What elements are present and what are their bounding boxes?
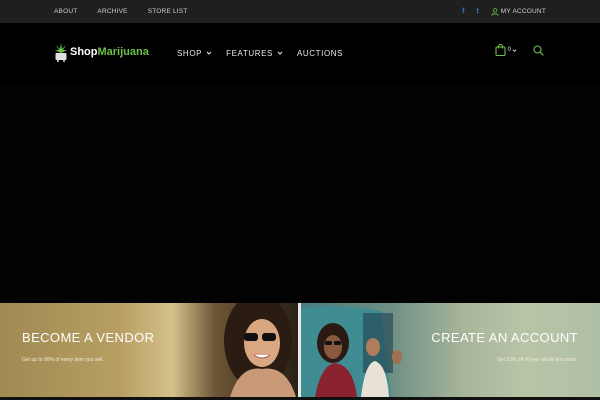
nav-item-auctions[interactable]: AUCTIONS <box>297 49 343 58</box>
chevron-down-icon <box>277 51 283 55</box>
account-title: CREATE AN ACCOUNT <box>431 330 578 345</box>
user-icon <box>491 7 499 16</box>
twitter-icon[interactable]: t <box>476 8 478 15</box>
vendor-title: BECOME A VENDOR <box>22 330 155 345</box>
main-nav: SHOP FEATURES AUCTIONS <box>177 46 357 60</box>
top-bar: ABOUT ARCHIVE STORE LIST f t MY ACCOUNT <box>0 0 600 23</box>
become-vendor-banner[interactable]: BECOME A VENDOR Get up to 90% of every i… <box>0 303 298 397</box>
top-link-about[interactable]: ABOUT <box>54 8 77 15</box>
cart-count: 0 <box>507 47 511 53</box>
my-account-link[interactable]: MY ACCOUNT <box>491 7 546 16</box>
create-account-banner[interactable]: CREATE AN ACCOUNT Get 10% off of your wh… <box>301 303 600 397</box>
nav-item-features[interactable]: FEATURES <box>226 49 283 58</box>
search-icon[interactable] <box>533 44 544 56</box>
shopping-bag-icon <box>495 44 506 56</box>
account-subtitle: Get 10% off of your whole first order. <box>496 357 578 363</box>
my-account-label: MY ACCOUNT <box>500 8 546 15</box>
logo-text-shop: Shop <box>70 46 98 58</box>
hero-slider <box>0 83 600 303</box>
top-right: f t MY ACCOUNT <box>462 0 546 23</box>
chevron-down-icon <box>206 51 212 55</box>
facebook-icon[interactable]: f <box>462 8 464 15</box>
nav-label-features: FEATURES <box>226 48 273 58</box>
top-link-archive[interactable]: ARCHIVE <box>97 8 127 15</box>
cart-button[interactable]: 0 <box>495 44 519 56</box>
vendor-subtitle: Get up to 90% of every item you sell. <box>22 357 104 363</box>
top-link-store-list[interactable]: STORE LIST <box>148 8 188 15</box>
cannabis-leaf-icon <box>55 43 67 62</box>
chevron-down-icon <box>512 48 517 52</box>
friends-van-photo <box>301 306 402 397</box>
woman-sunglasses-photo <box>224 303 296 397</box>
site-logo[interactable]: Shop Marijuana <box>54 40 149 64</box>
logo-text-marijuana: Marijuana <box>97 46 149 58</box>
header-actions: 0 <box>495 43 544 57</box>
top-links: ABOUT ARCHIVE STORE LIST <box>54 0 208 23</box>
main-header: Shop Marijuana SHOP FEATURES AUCTIONS 0 <box>0 23 600 83</box>
nav-label-shop: SHOP <box>177 48 203 58</box>
nav-label-auctions: AUCTIONS <box>296 48 344 58</box>
nav-item-shop[interactable]: SHOP <box>177 49 212 58</box>
